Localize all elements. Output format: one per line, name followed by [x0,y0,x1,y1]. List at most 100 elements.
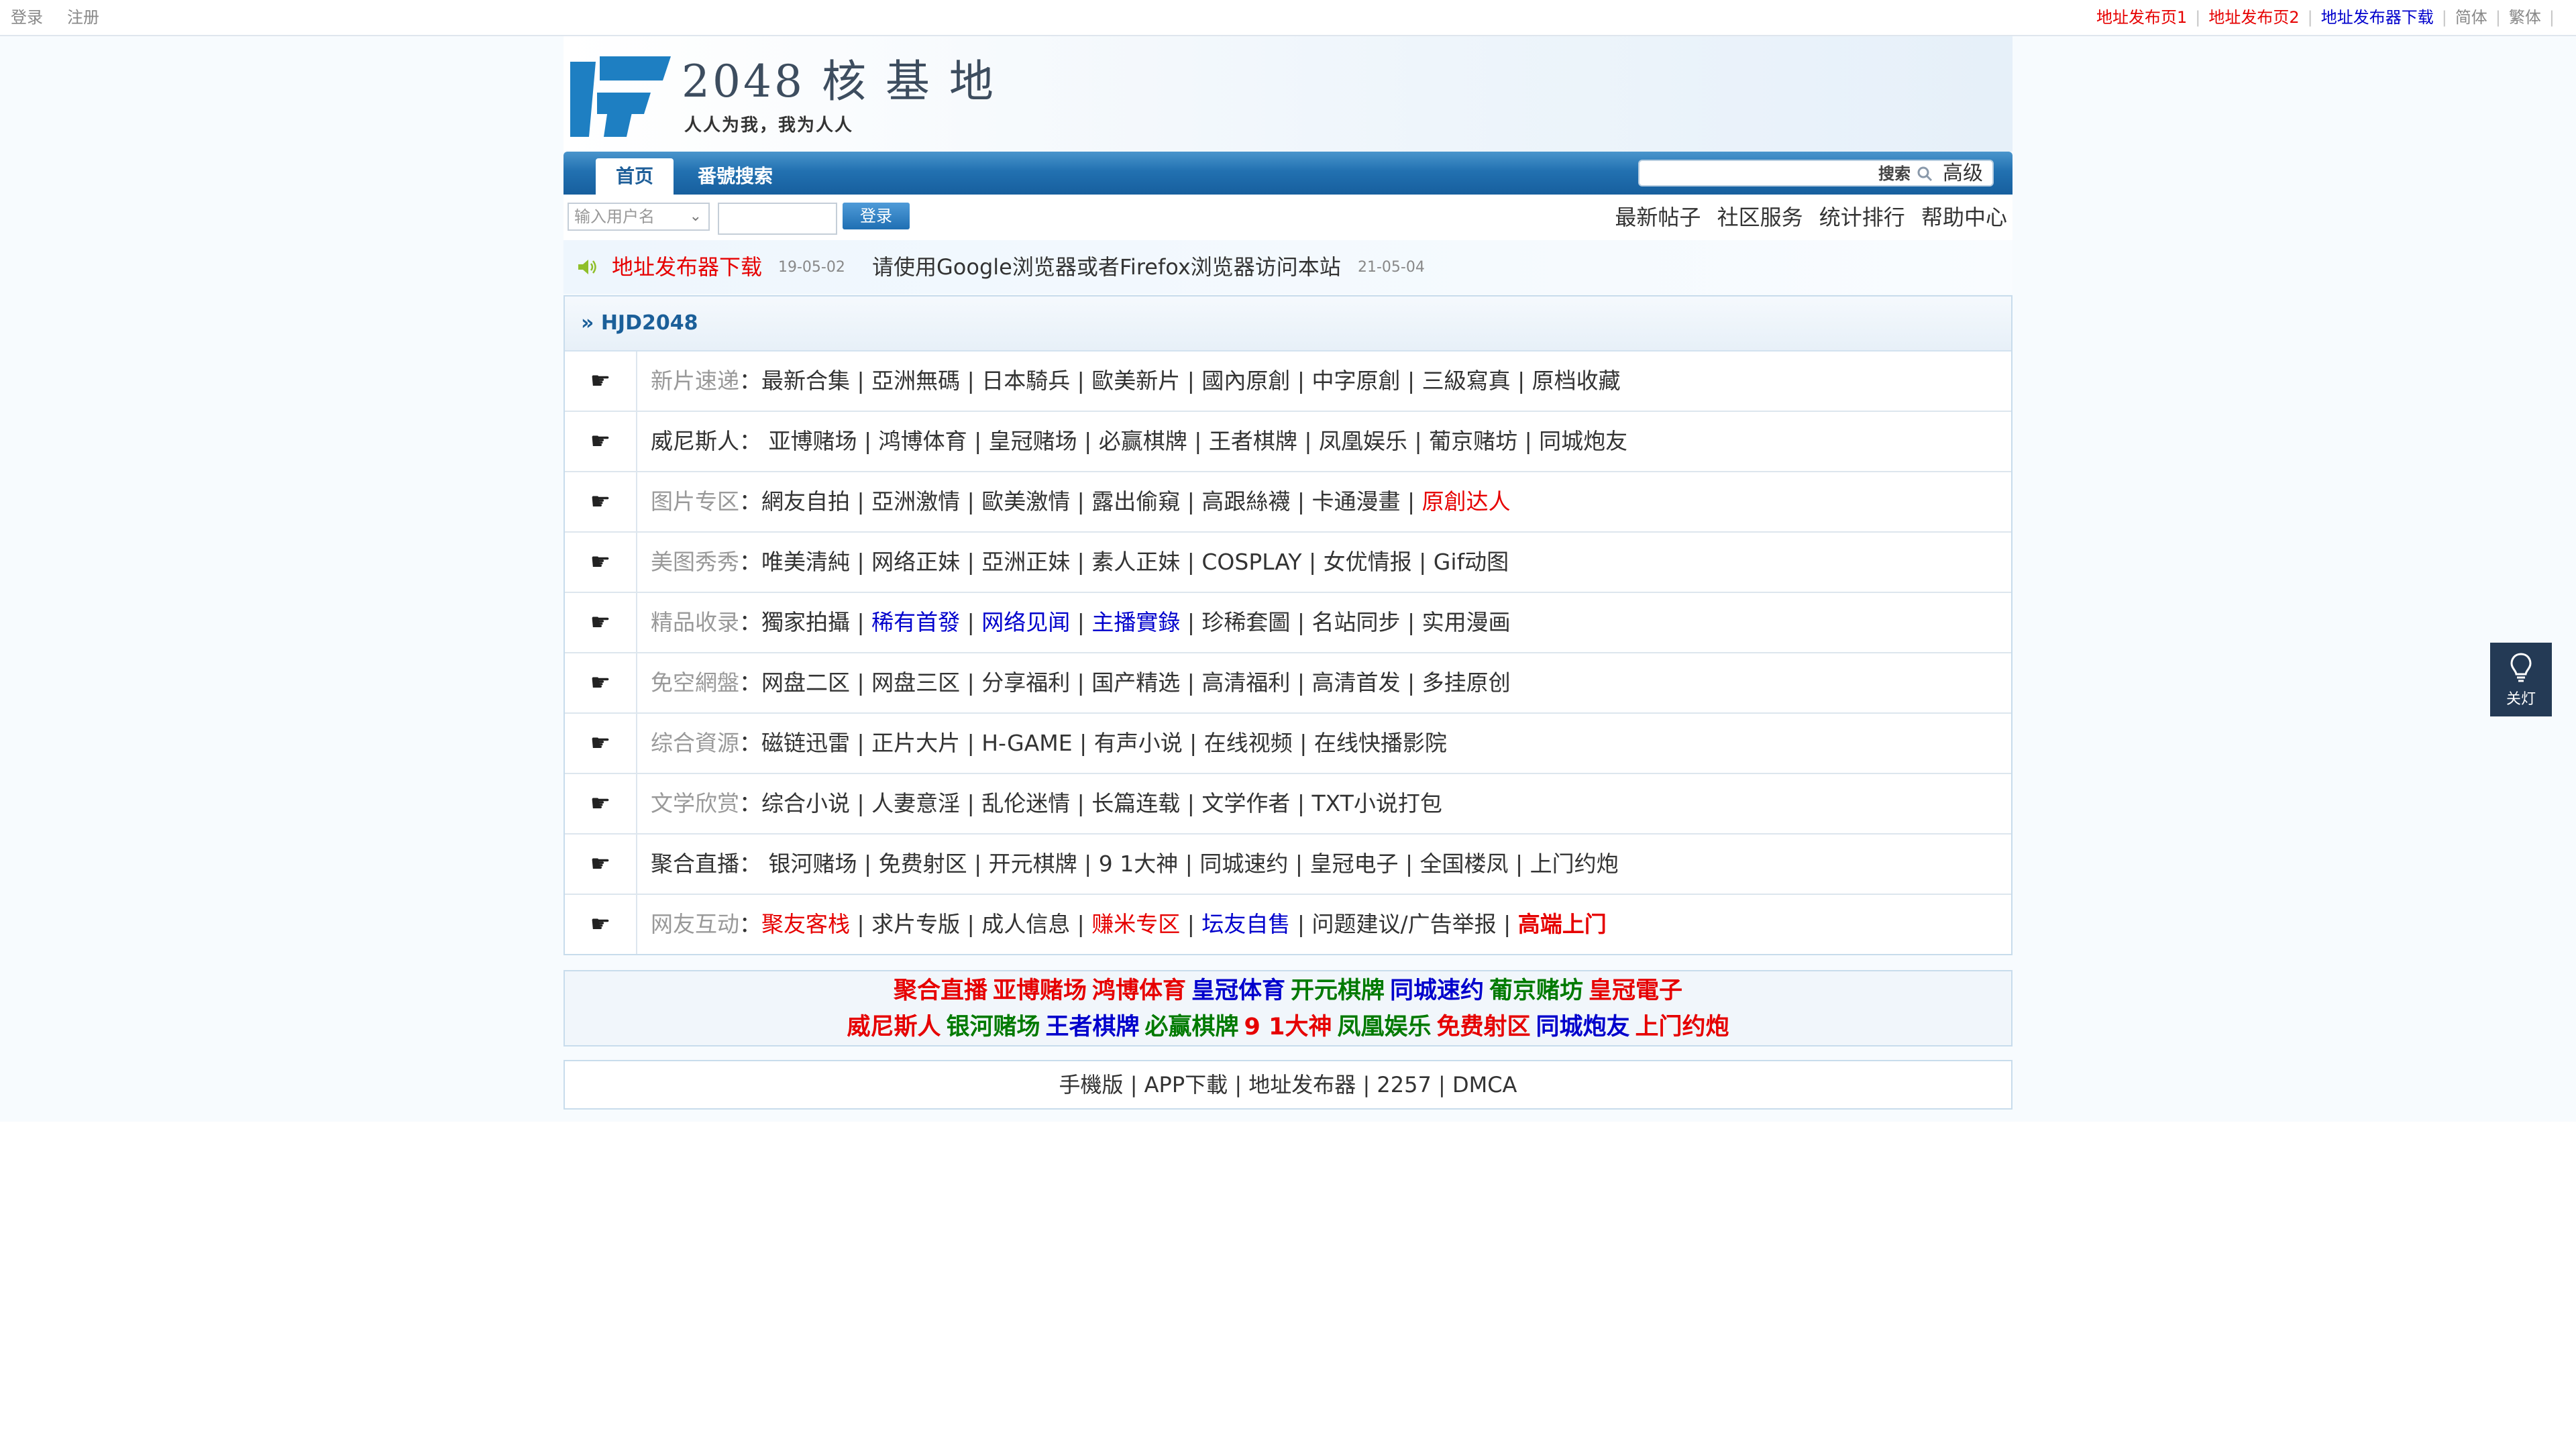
tab-home[interactable]: 首页 [596,158,674,195]
community-service-link[interactable]: 社区服务 [1717,205,1803,230]
forum-category[interactable]: 聚合直播： [651,851,761,877]
forum-subforum-links[interactable]: ：综合小说 | 人妻意淫 | 乱伦迷情 | 长篇连载 | 文学作者 | TXT小… [739,790,1442,816]
forum-subforum-highlight[interactable]: 原創达人 [1422,488,1511,515]
forum-subforum-links[interactable]: 亚博赌场 | 鸿博体育 | 皇冠赌场 | 必赢棋牌 | 王者棋牌 | 凤凰娱乐 … [761,428,1627,454]
forum-subforum-links[interactable]: | 珍稀套圖 | 名站同步 | 实用漫画 [1180,609,1511,635]
lights-off-button[interactable]: 关灯 [2490,643,2552,716]
forum-subforum-links[interactable]: ：唯美清純 | 网络正妹 | 亞洲正妹 | 素人正妹 | COSPLAY | 女… [739,549,1509,575]
simplified-chinese-link[interactable]: 简体 [2455,8,2487,27]
forum-separator: | [1070,609,1092,635]
forum-row-text: 美图秀秀：唯美清純 | 网络正妹 | 亞洲正妹 | 素人正妹 | COSPLAY… [651,533,1509,592]
forum-subforum-highlight[interactable]: 高端上门 [1518,911,1607,937]
search-button[interactable]: 搜索 [1878,161,1911,186]
forum-subforum-links[interactable]: 银河赌场 | 免费射区 | 开元棋牌 | 9 1大神 | 同城速约 | 皇冠电子… [761,851,1618,877]
forum-category[interactable]: 文学欣赏 [651,790,739,816]
address-page-1-link[interactable]: 地址发布页1 [2096,8,2187,27]
speaker-icon [578,260,596,274]
traditional-chinese-link[interactable]: 繁体 [2509,8,2541,27]
forum-subforum-links[interactable]: | 求片专版 | 成人信息 | [850,911,1091,937]
register-link[interactable]: 注册 [67,8,99,27]
username-field[interactable]: 输入用户名 ⌄ [568,203,710,231]
username-placeholder: 输入用户名 [574,207,655,226]
stats-ranking-link[interactable]: 统计排行 [1819,205,1905,230]
ad-link[interactable]: 同城炮友 [1536,1014,1629,1040]
forum-row: ☛ 新片速递：最新合集 | 亞洲無碼 | 日本騎兵 | 歐美新片 | 國內原創 … [565,352,2011,412]
pointing-hand-icon: ☛ [565,774,637,833]
forum-category[interactable]: 网友互动 [651,911,739,937]
forum-separator: | [1180,911,1202,937]
forum-subforum-links[interactable]: ：獨家拍攝 | [739,609,871,635]
forum-category[interactable]: 免空網盤 [651,669,739,696]
forum-category[interactable]: 美图秀秀 [651,549,739,575]
forum-subforum-links[interactable]: ：磁链迅雷 | 正片大片 | H-GAME | 有声小说 | 在线视频 | 在线… [739,730,1447,756]
ad-link[interactable]: 威尼斯人 [847,1014,941,1040]
forum-subforum-highlight[interactable]: 稀有首發 [871,609,960,635]
ad-link[interactable]: 葡京赌坊 [1489,977,1583,1004]
pointing-hand-icon: ☛ [565,593,637,652]
help-center-link[interactable]: 帮助中心 [1921,205,2007,230]
ad-link[interactable]: 凤凰娱乐 [1337,1014,1431,1040]
ad-link[interactable]: 皇冠体育 [1191,977,1285,1004]
forum-category[interactable]: 综合資源 [651,730,739,756]
forum-row-text: 新片速递：最新合集 | 亞洲無碼 | 日本騎兵 | 歐美新片 | 國內原創 | … [651,352,1621,411]
forum-subforum-highlight[interactable]: 坛友自售 [1201,911,1290,937]
ad-link[interactable]: 亚博赌场 [993,977,1087,1004]
forum-subforum-links[interactable]: | 问题建议/广告举报 | [1290,911,1517,937]
forum-row-text: 聚合直播： 银河赌场 | 免费射区 | 开元棋牌 | 9 1大神 | 同城速约 … [651,835,1619,894]
announcement-link-2[interactable]: 请使用Google浏览器或者Firefox浏览器访问本站 [872,240,1341,294]
login-button[interactable]: 登录 [843,203,910,229]
forum-subforum-highlight[interactable]: 网络见闻 [981,609,1070,635]
forum-subforum-highlight[interactable]: 聚友客栈 [761,911,850,937]
announcement-link-1[interactable]: 地址发布器下载 [612,240,762,294]
ad-link[interactable]: 9 1大神 [1244,1014,1332,1040]
ad-link[interactable]: 必赢棋牌 [1145,1014,1239,1040]
footer-links[interactable]: 手機版 | APP下載 | 地址发布器 | 2257 | DMCA [564,1060,2012,1110]
password-field[interactable] [718,203,837,235]
forum-subforum-highlight[interactable]: 主播實錄 [1091,609,1180,635]
forum-category[interactable]: 新片速递 [651,368,739,394]
site-logo-icon[interactable] [570,46,671,137]
ad-link[interactable]: 鸿博体育 [1092,977,1186,1004]
search-icon[interactable] [1916,165,1933,182]
forum-row: ☛ 威尼斯人： 亚博赌场 | 鸿博体育 | 皇冠赌场 | 必赢棋牌 | 王者棋牌… [565,412,2011,472]
ad-link[interactable]: 同城速约 [1390,977,1484,1004]
forum-category[interactable]: 威尼斯人： [651,428,761,454]
forum-separator: ： [739,911,761,937]
tab-code-search[interactable]: 番號搜索 [678,158,793,195]
login-link[interactable]: 登录 [11,8,43,27]
search-input[interactable]: 搜索 高级 [1638,160,1994,186]
address-page-2-link[interactable]: 地址发布页2 [2208,8,2299,27]
advanced-search-link[interactable]: 高级 [1943,161,1983,186]
forum-subforum-highlight[interactable]: 赚米专区 [1091,911,1180,937]
top-bar: 登录 注册 地址发布页1 | 地址发布页2 | 地址发布器下载 | 简体 | 繁体 | [0,0,2576,36]
ad-link[interactable]: 上门约炮 [1635,1014,1729,1040]
ad-link[interactable]: 银河赌场 [947,1014,1040,1040]
forum-row: ☛ 聚合直播： 银河赌场 | 免费射区 | 开元棋牌 | 9 1大神 | 同城速… [565,835,2011,895]
ad-link[interactable]: 皇冠電子 [1589,977,1682,1004]
ad-link[interactable]: 聚合直播 [894,977,987,1004]
ad-links-line-2: 威尼斯人 银河赌场 王者棋牌 必赢棋牌 9 1大神 凤凰娱乐 免费射区 同城炮友 上门约炮 [565,1009,2011,1045]
latest-posts-link[interactable]: 最新帖子 [1615,205,1701,230]
ad-link[interactable]: 开元棋牌 [1291,977,1385,1004]
ad-link[interactable]: 免费射区 [1436,1014,1530,1040]
forum-row: ☛ 文学欣赏：综合小说 | 人妻意淫 | 乱伦迷情 | 长篇连载 | 文学作者 … [565,774,2011,835]
ad-links-box: 聚合直播 亚博赌场 鸿博体育 皇冠体育 开元棋牌 同城速约 葡京赌坊 皇冠電子 威尼斯人 银河赌… [564,970,2012,1046]
forum-category[interactable]: 图片专区 [651,488,739,515]
forum-row-text: 图片专区：網友自拍 | 亞洲激情 | 歐美激情 | 露出偷窺 | 高跟絲襪 | … [651,472,1511,531]
ad-link[interactable]: 王者棋牌 [1046,1014,1140,1040]
forum-section-title[interactable]: » HJD2048 [565,297,2011,352]
forum-subforum-links[interactable]: ：网盘二区 | 网盘三区 | 分享福利 | 国产精选 | 高清福利 | 高清首发… [739,669,1511,696]
quick-links: 最新帖子 社区服务 统计排行 帮助中心 [1605,203,2007,232]
forum-subforum-links[interactable]: ：網友自拍 | 亞洲激情 | 歐美激情 | 露出偷窺 | 高跟絲襪 | 卡通漫畫… [739,488,1422,515]
forum-row-text: 网友互动：聚友客栈 | 求片专版 | 成人信息 | 赚米专区 | 坛友自售 | … [651,895,1607,954]
announcement-bar: 地址发布器下载 19-05-02 请使用Google浏览器或者Firefox浏览… [564,240,2012,294]
forum-category[interactable]: 精品收录 [651,609,739,635]
forum-separator: | [960,609,982,635]
pointing-hand-icon: ☛ [565,533,637,592]
forum-row-text: 精品收录：獨家拍攝 | 稀有首發 | 网络见闻 | 主播實錄 | 珍稀套圖 | … [651,593,1511,652]
chevron-down-icon: ⌄ [689,208,702,225]
lightbulb-icon [2510,653,2532,682]
main-nav: 首页 番號搜索 搜索 高级 [564,152,2012,195]
forum-subforum-links[interactable]: ：最新合集 | 亞洲無碼 | 日本騎兵 | 歐美新片 | 國內原創 | 中字原創… [739,368,1621,394]
address-tool-download-link[interactable]: 地址发布器下载 [2321,8,2434,27]
